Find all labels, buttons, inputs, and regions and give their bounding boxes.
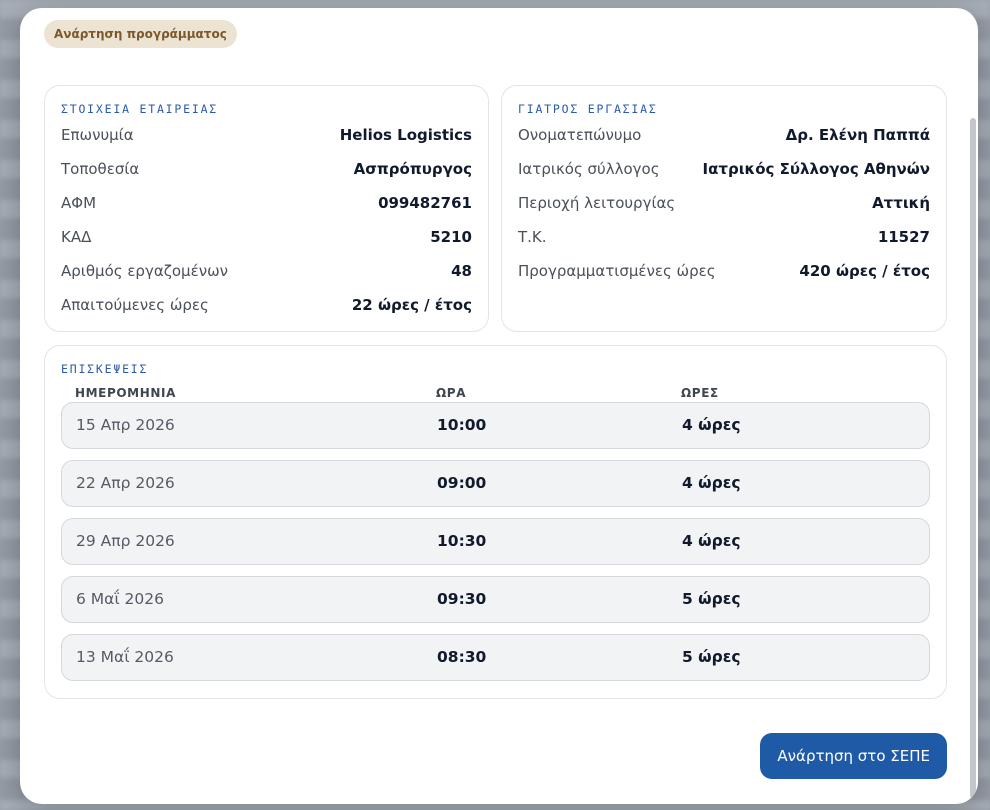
doctor-association-label: Ιατρικός σύλλογος: [518, 160, 660, 178]
doctor-scheduled-hours-label: Προγραμματισμένες ώρες: [518, 262, 716, 280]
column-header-time: ΩΡΑ: [436, 386, 467, 400]
company-section-title: ΣΤΟΙΧΕΙΑ ΕΤΑΙΡΕΙΑΣ: [61, 102, 219, 116]
visit-row: 15 Απρ 2026 10:00 4 ώρες: [61, 402, 930, 449]
doctor-association-value: Ιατρικός Σύλλογος Αθηνών: [702, 160, 930, 178]
visit-hours: 5 ώρες: [682, 590, 741, 608]
visit-time: 10:00: [437, 416, 487, 434]
visit-date: 29 Απρ 2026: [76, 532, 175, 550]
visit-time: 08:30: [437, 648, 487, 666]
doctor-scheduled-hours-value: 420 ώρες / έτος: [799, 262, 930, 280]
company-required-hours-row: Απαιτούμενες ώρες 22 ώρες / έτος: [61, 293, 472, 317]
company-required-hours-label: Απαιτούμενες ώρες: [61, 296, 209, 314]
doctor-info-card: ΓΙΑΤΡΟΣ ΕΡΓΑΣΙΑΣ Ονοματεπώνυμο Δρ. Ελένη…: [501, 85, 947, 332]
doctor-postcode-row: Τ.Κ. 11527: [518, 225, 930, 249]
company-afm-label: ΑΦΜ: [61, 194, 97, 212]
visit-row: 22 Απρ 2026 09:00 4 ώρες: [61, 460, 930, 507]
doctor-section-title: ΓΙΑΤΡΟΣ ΕΡΓΑΣΙΑΣ: [518, 102, 658, 116]
visit-date: 13 Μαΐ 2026: [76, 648, 174, 666]
doctor-region-row: Περιοχή λειτουργίας Αττική: [518, 191, 930, 215]
doctor-name-label: Ονοματεπώνυμο: [518, 126, 642, 144]
company-location-label: Τοποθεσία: [61, 160, 140, 178]
visit-row: 13 Μαΐ 2026 08:30 5 ώρες: [61, 634, 930, 681]
doctor-postcode-value: 11527: [877, 228, 930, 246]
column-header-hours: ΩΡΕΣ: [681, 386, 719, 400]
company-name-value: Helios Logistics: [339, 126, 472, 144]
doctor-name-row: Ονοματεπώνυμο Δρ. Ελένη Παππά: [518, 123, 930, 147]
visit-date: 6 Μαΐ 2026: [76, 590, 164, 608]
company-location-row: Τοποθεσία Ασπρόπυργος: [61, 157, 472, 181]
visit-hours: 4 ώρες: [682, 532, 741, 550]
company-name-label: Επωνυμία: [61, 126, 134, 144]
scrollbar[interactable]: [970, 118, 976, 798]
visit-hours: 4 ώρες: [682, 474, 741, 492]
doctor-region-label: Περιοχή λειτουργίας: [518, 194, 676, 212]
visit-date: 15 Απρ 2026: [76, 416, 175, 434]
company-employees-label: Αριθμός εργαζομένων: [61, 262, 229, 280]
schedule-dialog: Ανάρτηση προγράμματος ΣΤΟΙΧΕΙΑ ΕΤΑΙΡΕΙΑΣ…: [20, 8, 978, 804]
visit-hours: 5 ώρες: [682, 648, 741, 666]
column-header-date: ΗΜΕΡΟΜΗΝΙΑ: [75, 386, 176, 400]
company-employees-row: Αριθμός εργαζομένων 48: [61, 259, 472, 283]
visits-section-title: ΕΠΙΣΚΕΨΕΙΣ: [61, 362, 149, 376]
visit-time: 09:00: [437, 474, 487, 492]
visit-time: 10:30: [437, 532, 487, 550]
company-required-hours-value: 22 ώρες / έτος: [351, 296, 472, 314]
submit-to-sepe-button[interactable]: Ανάρτηση στο ΣΕΠΕ: [760, 733, 947, 779]
visit-time: 09:30: [437, 590, 487, 608]
visit-hours: 4 ώρες: [682, 416, 741, 434]
company-afm-row: ΑΦΜ 099482761: [61, 191, 472, 215]
doctor-postcode-label: Τ.Κ.: [518, 228, 547, 246]
doctor-scheduled-hours-row: Προγραμματισμένες ώρες 420 ώρες / έτος: [518, 259, 930, 283]
company-location-value: Ασπρόπυργος: [353, 160, 472, 178]
visits-card: ΕΠΙΣΚΕΨΕΙΣ ΗΜΕΡΟΜΗΝΙΑ ΩΡΑ ΩΡΕΣ 15 Απρ 20…: [44, 345, 947, 699]
doctor-name-value: Δρ. Ελένη Παππά: [785, 126, 930, 144]
company-kad-value: 5210: [430, 228, 472, 246]
company-afm-value: 099482761: [378, 194, 472, 212]
company-kad-row: ΚΑΔ 5210: [61, 225, 472, 249]
visit-row: 6 Μαΐ 2026 09:30 5 ώρες: [61, 576, 930, 623]
doctor-association-row: Ιατρικός σύλλογος Ιατρικός Σύλλογος Αθην…: [518, 157, 930, 181]
company-info-card: ΣΤΟΙΧΕΙΑ ΕΤΑΙΡΕΙΑΣ Επωνυμία Helios Logis…: [44, 85, 489, 332]
visit-date: 22 Απρ 2026: [76, 474, 175, 492]
status-badge: Ανάρτηση προγράμματος: [44, 20, 237, 48]
visit-row: 29 Απρ 2026 10:30 4 ώρες: [61, 518, 930, 565]
company-kad-label: ΚΑΔ: [61, 228, 92, 246]
company-employees-value: 48: [451, 262, 472, 280]
doctor-region-value: Αττική: [872, 194, 930, 212]
company-name-row: Επωνυμία Helios Logistics: [61, 123, 472, 147]
